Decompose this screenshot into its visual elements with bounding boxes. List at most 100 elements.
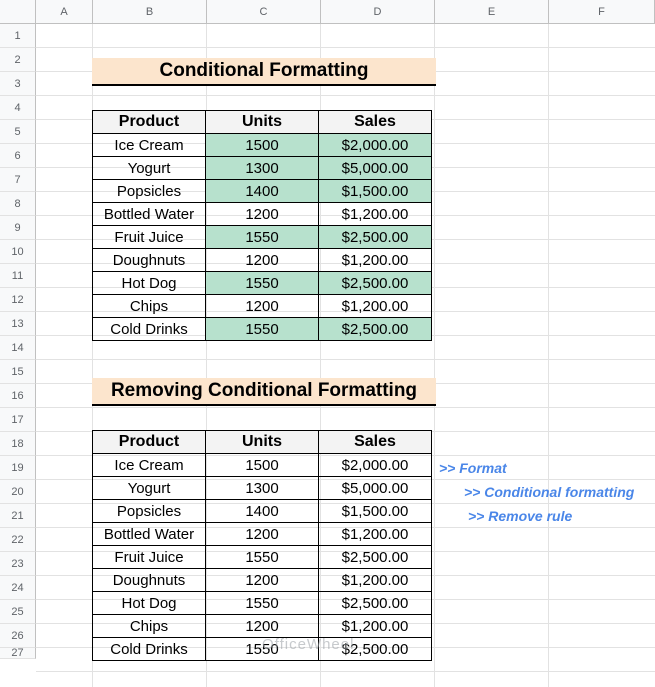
units-cell[interactable]: 1200 — [205, 248, 319, 272]
row-header[interactable]: 10 — [0, 240, 36, 264]
sales-cell[interactable]: $2,000.00 — [318, 453, 432, 477]
row-header[interactable]: 26 — [0, 624, 36, 648]
header-sales[interactable]: Sales — [318, 430, 432, 454]
row-header[interactable]: 9 — [0, 216, 36, 240]
row-header[interactable]: 24 — [0, 576, 36, 600]
note-conditional-formatting: >> Conditional formatting — [464, 484, 635, 500]
row-header[interactable]: 16 — [0, 384, 36, 408]
sales-cell[interactable]: $2,000.00 — [318, 133, 432, 157]
sales-cell[interactable]: $1,200.00 — [318, 614, 432, 638]
row-header[interactable]: 7 — [0, 168, 36, 192]
product-cell[interactable]: Yogurt — [92, 476, 206, 500]
sales-cell[interactable]: $1,500.00 — [318, 179, 432, 203]
section-title-removing-conditional-formatting[interactable]: Removing Conditional Formatting — [92, 378, 436, 406]
row-header[interactable]: 15 — [0, 360, 36, 384]
sales-cell[interactable]: $1,200.00 — [318, 568, 432, 592]
units-cell[interactable]: 1300 — [205, 476, 319, 500]
units-cell[interactable]: 1200 — [205, 568, 319, 592]
column-header-c[interactable]: C — [207, 0, 321, 24]
sales-cell[interactable]: $1,200.00 — [318, 522, 432, 546]
sales-cell[interactable]: $1,200.00 — [318, 248, 432, 272]
column-header-a[interactable]: A — [36, 0, 93, 24]
row-header[interactable]: 23 — [0, 552, 36, 576]
sales-cell[interactable]: $1,200.00 — [318, 294, 432, 318]
row-header[interactable]: 4 — [0, 96, 36, 120]
row-header[interactable]: 27 — [0, 647, 36, 659]
column-header-f[interactable]: F — [549, 0, 655, 24]
row-header[interactable]: 13 — [0, 312, 36, 336]
row-header[interactable]: 1 — [0, 24, 36, 48]
row-header[interactable]: 21 — [0, 504, 36, 528]
units-cell[interactable]: 1550 — [205, 545, 319, 569]
row-header[interactable]: 12 — [0, 288, 36, 312]
sales-cell[interactable]: $1,500.00 — [318, 499, 432, 523]
product-cell[interactable]: Hot Dog — [92, 271, 206, 295]
row-header[interactable]: 11 — [0, 264, 36, 288]
row-header[interactable]: 2 — [0, 48, 36, 72]
product-cell[interactable]: Chips — [92, 614, 206, 638]
sales-cell[interactable]: $2,500.00 — [318, 271, 432, 295]
sales-cell[interactable]: $2,500.00 — [318, 225, 432, 249]
header-units[interactable]: Units — [205, 110, 319, 134]
section-title-conditional-formatting[interactable]: Conditional Formatting — [92, 58, 436, 86]
units-cell[interactable]: 1400 — [205, 499, 319, 523]
product-cell[interactable]: Cold Drinks — [92, 317, 206, 341]
column-header-b[interactable]: B — [93, 0, 207, 24]
row-header[interactable]: 3 — [0, 72, 36, 96]
select-all-corner[interactable] — [0, 0, 36, 24]
product-cell[interactable]: Ice Cream — [92, 133, 206, 157]
units-cell[interactable]: 1300 — [205, 156, 319, 180]
product-cell[interactable]: Bottled Water — [92, 202, 206, 226]
row-header[interactable]: 8 — [0, 192, 36, 216]
units-cell[interactable]: 1550 — [205, 271, 319, 295]
data-table-formatted: Product Units Sales Ice Cream 1500 $2,000.… — [92, 110, 432, 341]
table-row: Fruit Juice 1550 $2,500.00 — [92, 225, 432, 249]
product-cell[interactable]: Bottled Water — [92, 522, 206, 546]
product-cell[interactable]: Ice Cream — [92, 453, 206, 477]
row-header[interactable]: 22 — [0, 528, 36, 552]
sales-cell[interactable]: $5,000.00 — [318, 156, 432, 180]
product-cell[interactable]: Cold Drinks — [92, 637, 206, 661]
product-cell[interactable]: Fruit Juice — [92, 545, 206, 569]
units-cell[interactable]: 1550 — [205, 317, 319, 341]
units-cell[interactable]: 1550 — [205, 225, 319, 249]
product-cell[interactable]: Popsicles — [92, 499, 206, 523]
product-cell[interactable]: Yogurt — [92, 156, 206, 180]
units-cell[interactable]: 1500 — [205, 133, 319, 157]
product-cell[interactable]: Hot Dog — [92, 591, 206, 615]
header-product[interactable]: Product — [92, 430, 206, 454]
sales-cell[interactable]: $2,500.00 — [318, 591, 432, 615]
units-cell[interactable]: 1200 — [205, 522, 319, 546]
sales-cell[interactable]: $2,500.00 — [318, 545, 432, 569]
units-cell[interactable]: 1200 — [205, 614, 319, 638]
product-cell[interactable]: Popsicles — [92, 179, 206, 203]
units-cell[interactable]: 1400 — [205, 179, 319, 203]
header-product[interactable]: Product — [92, 110, 206, 134]
table-row: Yogurt 1300 $5,000.00 — [92, 156, 432, 180]
row-header[interactable]: 17 — [0, 408, 36, 432]
row-header[interactable]: 5 — [0, 120, 36, 144]
sales-cell[interactable]: $5,000.00 — [318, 476, 432, 500]
header-sales[interactable]: Sales — [318, 110, 432, 134]
row-header[interactable]: 20 — [0, 480, 36, 504]
row-header[interactable]: 6 — [0, 144, 36, 168]
row-header[interactable]: 14 — [0, 336, 36, 360]
column-header-e[interactable]: E — [435, 0, 549, 24]
row-header[interactable]: 25 — [0, 600, 36, 624]
units-cell[interactable]: 1500 — [205, 453, 319, 477]
row-header[interactable]: 18 — [0, 432, 36, 456]
column-header-d[interactable]: D — [321, 0, 435, 24]
product-cell[interactable]: Fruit Juice — [92, 225, 206, 249]
table-row: Doughnuts 1200 $1,200.00 — [92, 248, 432, 272]
units-cell[interactable]: 1550 — [205, 591, 319, 615]
row-header[interactable]: 19 — [0, 456, 36, 480]
product-cell[interactable]: Chips — [92, 294, 206, 318]
units-cell[interactable]: 1200 — [205, 294, 319, 318]
table-row: Chips 1200 $1,200.00 — [92, 614, 432, 638]
units-cell[interactable]: 1200 — [205, 202, 319, 226]
sales-cell[interactable]: $1,200.00 — [318, 202, 432, 226]
product-cell[interactable]: Doughnuts — [92, 568, 206, 592]
product-cell[interactable]: Doughnuts — [92, 248, 206, 272]
header-units[interactable]: Units — [205, 430, 319, 454]
sales-cell[interactable]: $2,500.00 — [318, 317, 432, 341]
